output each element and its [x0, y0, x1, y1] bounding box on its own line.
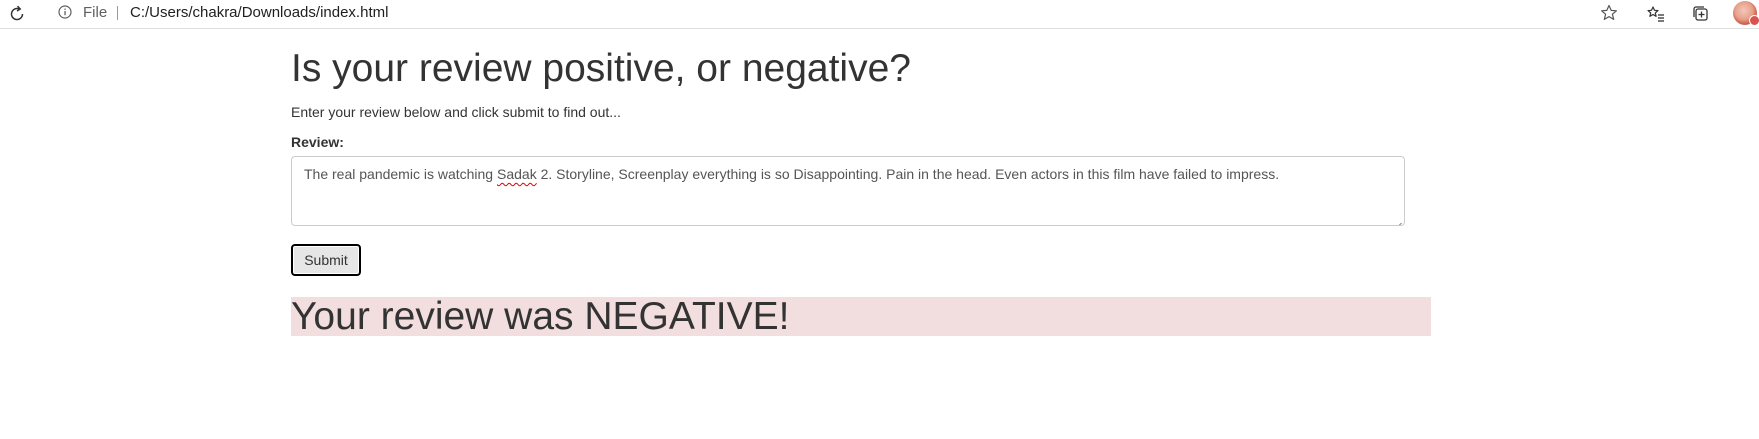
- profile-status-badge: [1749, 15, 1759, 26]
- result-alert: Your review was NEGATIVE!: [291, 295, 1431, 338]
- review-textarea[interactable]: The real pandemic is watching Sadak 2. S…: [291, 156, 1405, 226]
- submit-button[interactable]: Submit: [291, 244, 361, 276]
- scheme-label: File: [83, 4, 108, 21]
- favorites-icon[interactable]: [1645, 3, 1667, 25]
- page-description: Enter your review below and click submit…: [291, 104, 621, 120]
- url-text[interactable]: C:/Users/chakra/Downloads/index.html: [130, 4, 388, 22]
- page-title: Is your review positive, or negative?: [291, 47, 911, 90]
- review-text-start: The real pandemic is watching: [304, 166, 497, 182]
- address-separator: [117, 6, 118, 20]
- info-icon[interactable]: [58, 5, 72, 19]
- collections-icon[interactable]: [1690, 3, 1712, 25]
- browser-toolbar: File C:/Users/chakra/Downloads/index.htm…: [0, 0, 1759, 29]
- review-text-end: 2. Storyline, Screenplay everything is s…: [536, 166, 1280, 182]
- review-text-misspelled-word: Sadak: [497, 166, 537, 182]
- result-text: Your review was NEGATIVE!: [291, 295, 790, 338]
- review-label: Review:: [291, 134, 344, 150]
- star-icon[interactable]: [1599, 3, 1619, 23]
- resize-grip-icon[interactable]: [1394, 215, 1402, 225]
- address-bar[interactable]: File C:/Users/chakra/Downloads/index.htm…: [44, 0, 1634, 26]
- reload-icon[interactable]: [6, 3, 28, 25]
